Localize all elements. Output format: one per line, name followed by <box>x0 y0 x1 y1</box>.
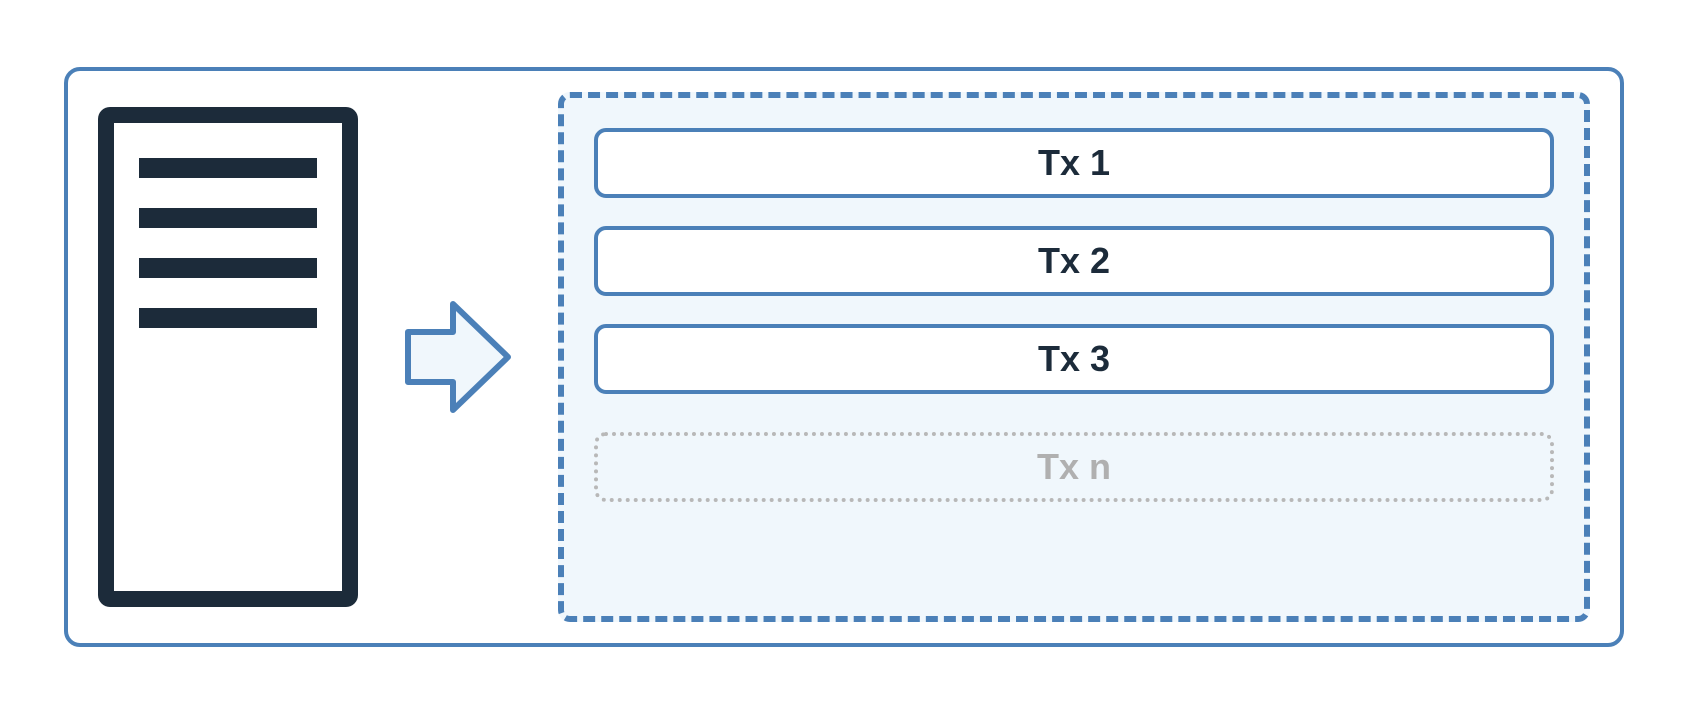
transaction-box: Tx 3 <box>594 324 1554 394</box>
transaction-label: Tx 3 <box>1038 338 1110 380</box>
transaction-label: Tx 1 <box>1038 142 1110 184</box>
document-line <box>139 208 317 228</box>
arrow-icon <box>398 292 518 422</box>
document-icon <box>98 107 358 607</box>
diagram-container: Tx 1 Tx 2 Tx 3 Tx n <box>64 67 1624 647</box>
transaction-label: Tx 2 <box>1038 240 1110 282</box>
document-line <box>139 258 317 278</box>
document-line <box>139 158 317 178</box>
transaction-box: Tx 2 <box>594 226 1554 296</box>
transaction-box: Tx 1 <box>594 128 1554 198</box>
document-line <box>139 308 317 328</box>
transaction-box-placeholder: Tx n <box>594 432 1554 502</box>
transaction-list-container: Tx 1 Tx 2 Tx 3 Tx n <box>558 92 1590 622</box>
transaction-label-placeholder: Tx n <box>1037 446 1111 488</box>
